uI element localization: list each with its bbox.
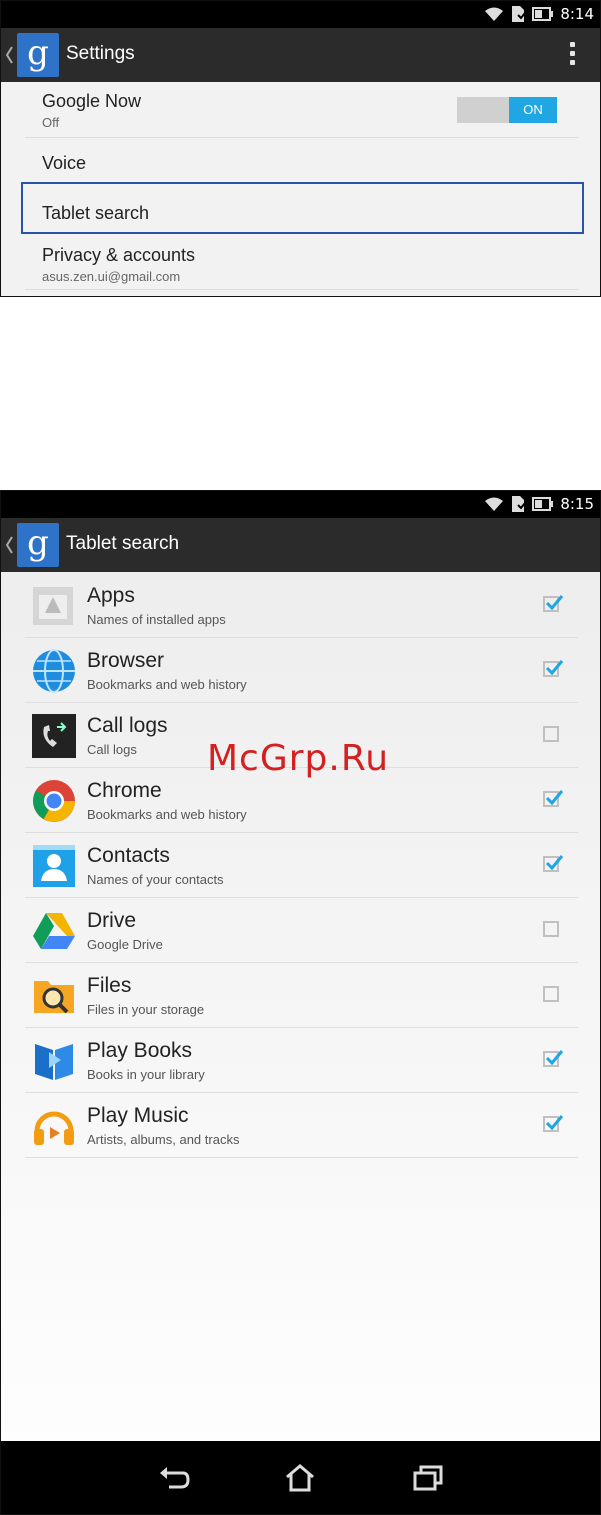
tablet-search-screen: 8:15 g Tablet search Apps Names of insta… bbox=[0, 490, 601, 1515]
contacts-icon bbox=[33, 845, 75, 887]
back-icon[interactable] bbox=[157, 1463, 191, 1493]
page-title: Settings bbox=[66, 43, 135, 64]
list-item-play-books[interactable]: Play Books Books in your library bbox=[25, 1028, 578, 1093]
item-title: Drive bbox=[87, 909, 137, 932]
sd-card-icon bbox=[512, 6, 527, 22]
play-books-icon bbox=[35, 1044, 73, 1080]
google-logo-icon[interactable]: g bbox=[17, 523, 59, 567]
item-subtitle: Books in your library bbox=[87, 1067, 205, 1082]
settings-item-google-now[interactable]: Google Now Off ON bbox=[25, 82, 578, 138]
item-subtitle: Call logs bbox=[87, 742, 137, 757]
searchable-items-list: Apps Names of installed apps Browser Boo… bbox=[25, 573, 578, 1158]
status-time: 8:15 bbox=[560, 495, 594, 513]
list-item-browser[interactable]: Browser Bookmarks and web history bbox=[25, 638, 578, 703]
battery-icon bbox=[532, 7, 554, 21]
chrome-checkbox[interactable] bbox=[543, 790, 564, 807]
list-item-files[interactable]: Files Files in your storage bbox=[25, 963, 578, 1028]
item-title: Chrome bbox=[87, 779, 162, 802]
item-title: Contacts bbox=[87, 844, 170, 867]
item-subtitle: Names of your contacts bbox=[87, 872, 224, 887]
google-now-toggle[interactable]: ON bbox=[457, 97, 557, 123]
files-icon bbox=[34, 981, 74, 1014]
settings-item-privacy-accounts[interactable]: Privacy & accounts asus.zen.ui@gmail.com bbox=[25, 234, 578, 290]
settings-item-voice[interactable]: Voice bbox=[25, 138, 578, 184]
item-subtitle: Google Drive bbox=[87, 937, 163, 952]
apps-checkbox[interactable] bbox=[543, 595, 564, 612]
item-subtitle: Files in your storage bbox=[87, 1002, 205, 1017]
list-item-contacts[interactable]: Contacts Names of your contacts bbox=[25, 833, 578, 898]
browser-checkbox[interactable] bbox=[543, 660, 564, 677]
contacts-checkbox[interactable] bbox=[543, 855, 564, 872]
item-title: Browser bbox=[87, 649, 165, 672]
item-subtitle: asus.zen.ui@gmail.com bbox=[42, 269, 181, 284]
toggle-label: ON bbox=[509, 97, 557, 123]
action-bar: g Tablet search bbox=[1, 518, 600, 572]
page-title: Tablet search bbox=[66, 533, 180, 554]
apps-icon bbox=[33, 587, 73, 625]
wifi-icon bbox=[485, 497, 504, 511]
item-title: Play Music bbox=[87, 1104, 189, 1127]
list-item-drive[interactable]: Drive Google Drive bbox=[25, 898, 578, 963]
item-subtitle: Names of installed apps bbox=[87, 612, 226, 627]
action-bar: g Settings bbox=[1, 28, 600, 82]
recent-apps-icon[interactable] bbox=[411, 1463, 445, 1493]
battery-icon bbox=[532, 497, 554, 511]
home-icon[interactable] bbox=[283, 1463, 317, 1493]
overflow-menu-icon[interactable] bbox=[570, 42, 576, 68]
watermark: McGrp.Ru bbox=[207, 738, 390, 779]
play-music-checkbox[interactable] bbox=[543, 1115, 564, 1132]
status-bar: 8:15 bbox=[1, 491, 600, 518]
item-title: Play Books bbox=[87, 1039, 193, 1062]
play-books-checkbox[interactable] bbox=[543, 1050, 564, 1067]
navigation-bar bbox=[1, 1441, 600, 1514]
item-title: Voice bbox=[42, 153, 87, 173]
browser-icon bbox=[33, 649, 75, 693]
highlight-frame bbox=[21, 182, 584, 234]
wifi-icon bbox=[485, 7, 504, 21]
call-logs-checkbox[interactable] bbox=[543, 726, 559, 742]
google-logo-icon[interactable]: g bbox=[17, 33, 59, 77]
item-title: Files bbox=[87, 974, 132, 997]
item-title: Apps bbox=[87, 584, 135, 607]
call-logs-icon bbox=[32, 714, 76, 758]
item-subtitle: Bookmarks and web history bbox=[87, 807, 247, 822]
item-subtitle: Artists, albums, and tracks bbox=[87, 1132, 240, 1147]
drive-checkbox[interactable] bbox=[543, 921, 559, 937]
item-title: Call logs bbox=[87, 714, 168, 737]
item-subtitle: Bookmarks and web history bbox=[87, 677, 247, 692]
play-music-icon bbox=[34, 1111, 74, 1145]
drive-icon bbox=[33, 913, 75, 949]
settings-screen: 8:14 g Settings Google Now Off ON Voice … bbox=[0, 0, 601, 297]
item-title: Privacy & accounts bbox=[42, 245, 196, 265]
files-checkbox[interactable] bbox=[543, 986, 559, 1002]
status-bar: 8:14 bbox=[1, 1, 600, 28]
up-chevron-icon[interactable] bbox=[4, 44, 14, 66]
list-item-apps[interactable]: Apps Names of installed apps bbox=[25, 573, 578, 638]
list-item-play-music[interactable]: Play Music Artists, albums, and tracks bbox=[25, 1093, 578, 1158]
up-chevron-icon[interactable] bbox=[4, 534, 14, 556]
sd-card-icon bbox=[512, 496, 527, 512]
status-time: 8:14 bbox=[560, 5, 594, 23]
chrome-icon bbox=[33, 780, 75, 822]
